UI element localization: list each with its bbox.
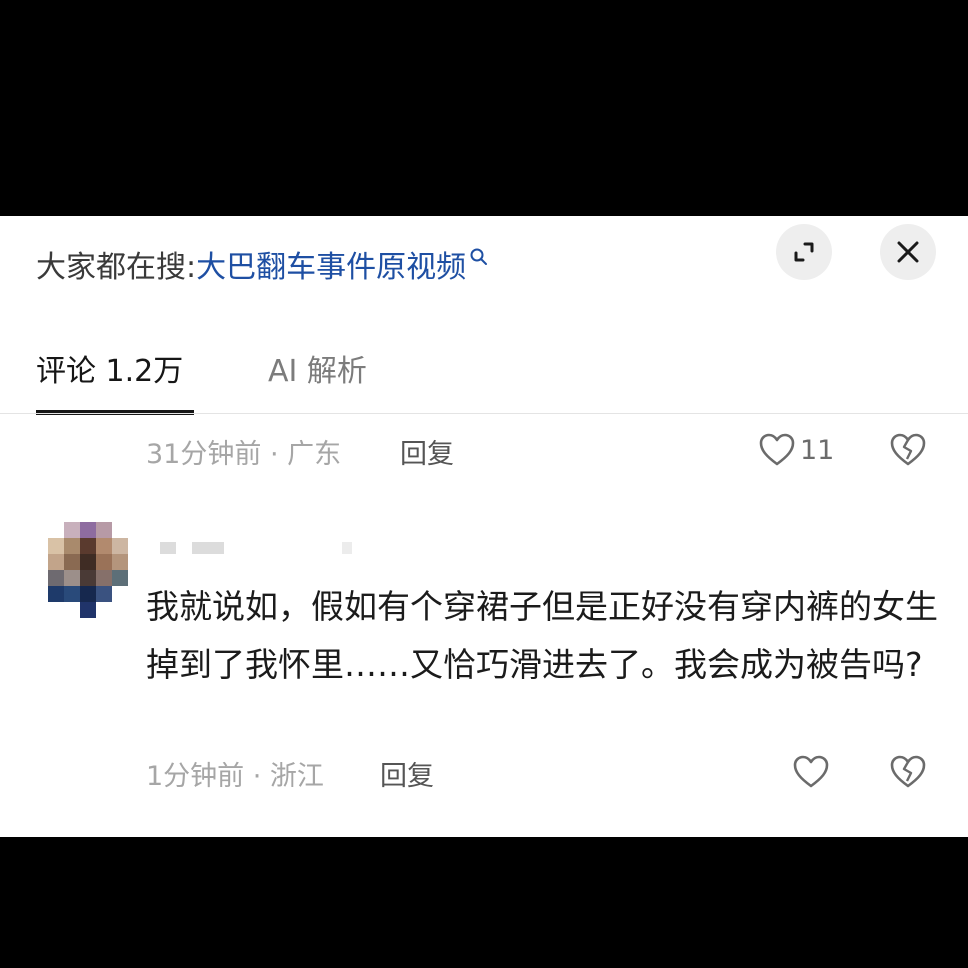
comment-time-location: 31分钟前 · 广东: [146, 439, 342, 470]
heart-icon: [759, 433, 795, 466]
reply-button[interactable]: 回复: [400, 432, 454, 471]
close-icon: [897, 241, 919, 263]
trending-search-bar[interactable]: 大家都在搜: 大巴翻车事件原视频: [36, 242, 490, 286]
heart-icon: [793, 755, 829, 788]
author-name-blur: [192, 542, 224, 554]
like-button[interactable]: [792, 754, 834, 790]
reply-button[interactable]: 回复: [380, 754, 434, 793]
author-badge-blur: [342, 542, 352, 554]
broken-heart-icon[interactable]: [888, 432, 928, 468]
author-name[interactable]: [160, 542, 176, 554]
like-count: 11: [800, 434, 835, 466]
like-button[interactable]: 11: [758, 432, 834, 468]
comment-text: 我就说如，假如有个穿裙子但是正好没有穿内裤的女生掉到了我怀里……又恰巧滑进去了。…: [146, 587, 938, 684]
trending-search-prefix: 大家都在搜:: [36, 250, 197, 285]
tab-comments[interactable]: 评论 1.2万: [36, 346, 183, 390]
expand-button[interactable]: [776, 224, 832, 280]
tab-bar: 评论 1.2万 AI 解析: [0, 346, 968, 416]
tab-ai-analysis[interactable]: AI 解析: [268, 346, 367, 390]
tabs-divider: [0, 413, 968, 414]
avatar[interactable]: [48, 522, 128, 618]
comment-panel: 大家都在搜: 大巴翻车事件原视频 评论 1.2万 AI 解析 31分钟前 · 广…: [0, 216, 968, 837]
comment-meta-row: 31分钟前 · 广东 回复 11: [0, 432, 968, 472]
search-icon: [470, 248, 488, 265]
trending-search-link[interactable]: 大巴翻车事件原视频: [196, 242, 466, 286]
comment-meta-row: 1分钟前 · 浙江 回复: [0, 754, 968, 794]
comment-time-location: 1分钟前 · 浙江: [146, 761, 324, 792]
expand-arrows-icon: [794, 242, 814, 262]
broken-heart-icon[interactable]: [888, 754, 928, 790]
close-button[interactable]: [880, 224, 936, 280]
